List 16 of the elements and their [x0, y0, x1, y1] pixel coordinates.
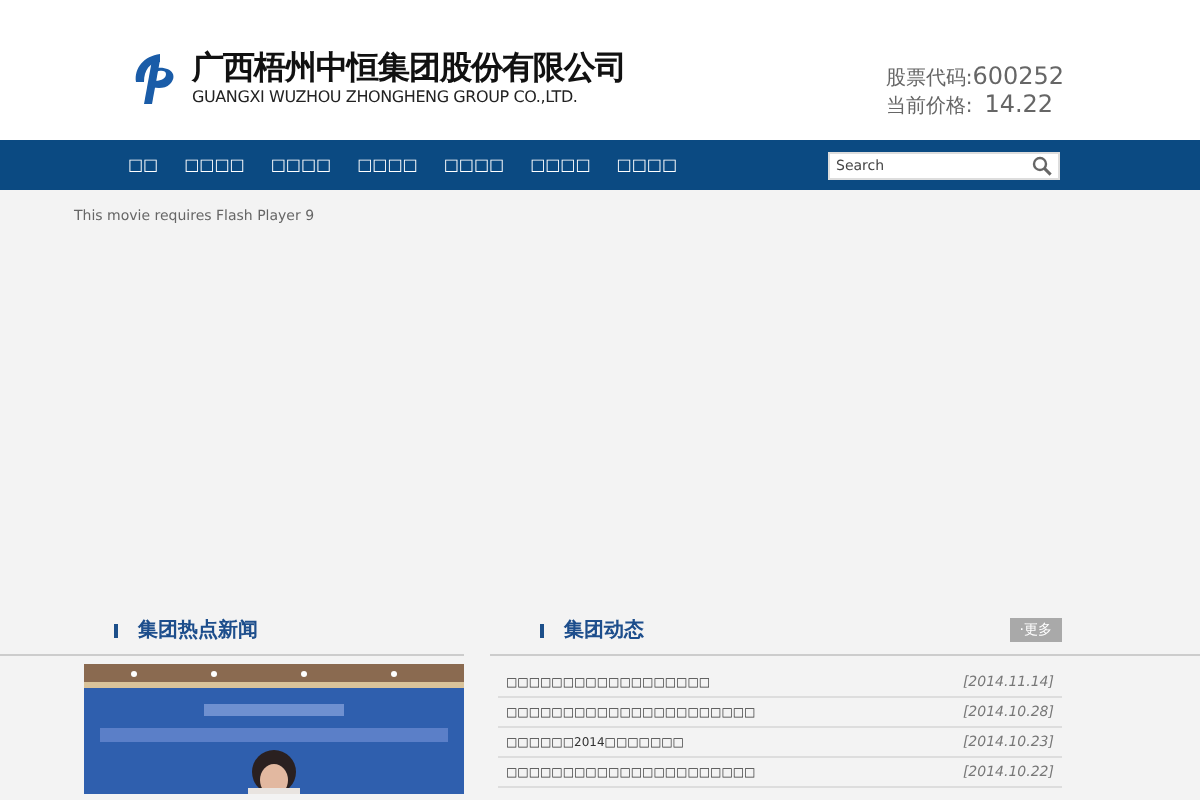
stock-price: 14.22	[984, 92, 1054, 118]
section-title: 集团热点新闻	[138, 616, 258, 644]
search-icon[interactable]	[1032, 155, 1052, 175]
stock-code: 600252	[972, 64, 1064, 90]
nav-link[interactable]: □□	[128, 156, 159, 174]
price-label: 当前价格:	[885, 94, 973, 120]
company-english-name: GUANGXI WUZHOU ZHONGHENG GROUP CO.,LTD.	[192, 85, 580, 107]
section-title: 集团动态	[564, 617, 644, 644]
nav-link[interactable]: □□□□	[616, 156, 678, 174]
nav-link[interactable]: □□□□	[357, 156, 418, 174]
nav-link[interactable]: □□□□	[270, 156, 332, 174]
stock-code-label: 股票代码:	[885, 66, 973, 92]
company-name: 广西梧州中恒集团股份有限公司	[192, 49, 626, 85]
nav-link[interactable]: □□□□	[530, 156, 591, 174]
nav-link[interactable]: □□□□	[184, 156, 245, 174]
nav-link[interactable]: □□□□	[443, 156, 505, 174]
